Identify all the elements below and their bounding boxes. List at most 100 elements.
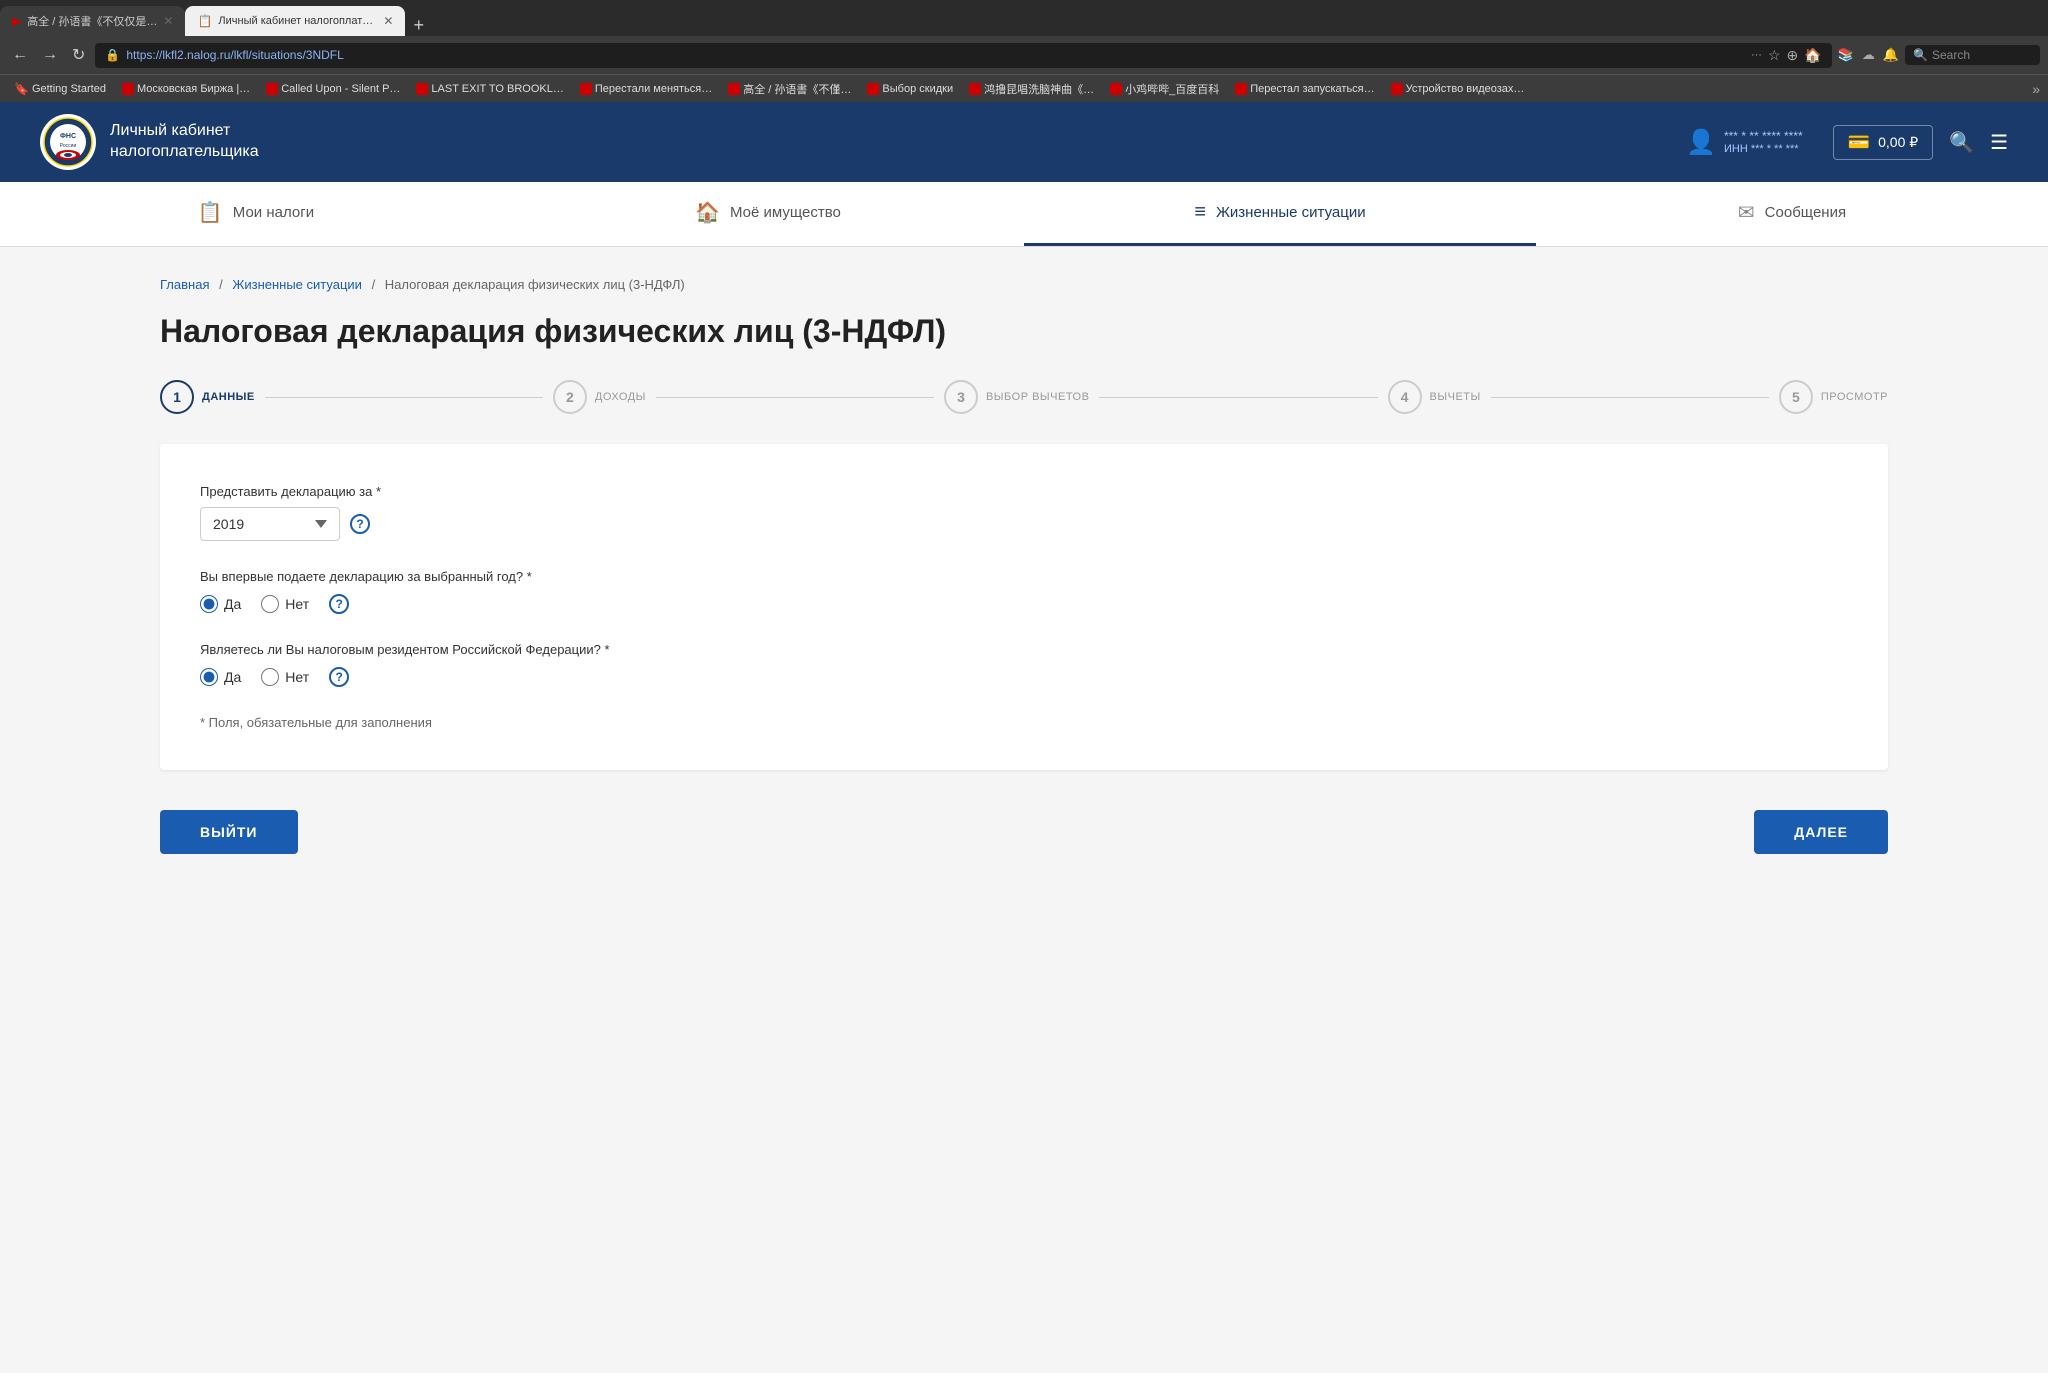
search-input[interactable]: [1932, 48, 2032, 62]
bookmarks-bar: 🔖 Getting Started Московская Биржа |… Ca…: [0, 74, 2048, 102]
year-help-icon[interactable]: ?: [350, 514, 370, 534]
site-search-icon[interactable]: 🔍: [1949, 130, 1974, 155]
bookmark-called-upon[interactable]: Called Upon - Silent P…: [260, 81, 406, 97]
form-actions: ВЫЙТИ ДАЛЕЕ: [160, 790, 1888, 874]
first-time-yes-label: Да: [224, 596, 241, 612]
balance-display[interactable]: 💳 0,00 ₽: [1833, 125, 1933, 160]
step-line-2: [656, 397, 934, 398]
breadcrumb: Главная / Жизненные ситуации / Налоговая…: [160, 277, 1888, 292]
bookmark-label: 高全 / 孙语書《不僅…: [743, 81, 851, 97]
three-dots[interactable]: ···: [1751, 49, 1762, 61]
logo-emblem: ФНС России: [40, 114, 96, 170]
home-icon[interactable]: 🏠: [1804, 47, 1821, 64]
back-button[interactable]: ←: [8, 42, 32, 68]
resident-no-radio[interactable]: [261, 668, 279, 686]
bookmark-label: Перестал запускаться…: [1250, 83, 1374, 95]
first-time-form-group: Вы впервые подаете декларацию за выбранн…: [200, 569, 1848, 614]
next-button[interactable]: ДАЛЕЕ: [1754, 810, 1888, 854]
bookmark-icon: 🔖: [14, 82, 29, 96]
bookmark-icon: [1110, 83, 1122, 95]
bookmark-star[interactable]: ☆: [1768, 47, 1781, 64]
my-property-icon: 🏠: [695, 200, 720, 225]
bookmark-perestalz[interactable]: Перестал запускаться…: [1229, 81, 1380, 97]
bookmark-label: Перестали меняться…: [595, 83, 712, 95]
balance-amount: 0,00 ₽: [1878, 134, 1918, 151]
nav-tab-life-situations[interactable]: ≡ Жизненные ситуации: [1024, 182, 1536, 246]
extensions-icon[interactable]: 📚: [1838, 47, 1854, 63]
tab2-close[interactable]: ✕: [383, 14, 393, 28]
user-avatar-icon: 👤: [1686, 128, 1716, 157]
bookmarks-more[interactable]: »: [2032, 81, 2040, 97]
bookmark-mosberg[interactable]: Московская Биржа |…: [116, 81, 256, 97]
bookmark-last-exit[interactable]: LAST EXIT TO BROOKL…: [410, 81, 569, 97]
nav-tab-my-property[interactable]: 🏠 Моё имущество: [512, 182, 1024, 246]
resident-yes-option[interactable]: Да: [200, 668, 241, 686]
first-time-no-option[interactable]: Нет: [261, 595, 309, 613]
step-line-3: [1099, 397, 1377, 398]
browser-tab-2[interactable]: 📋 Личный кабинет налогоплате… ✕: [185, 6, 405, 36]
first-time-yes-radio[interactable]: [200, 595, 218, 613]
nav-tab-messages[interactable]: ✉ Сообщения: [1536, 182, 2048, 246]
bookmark-sunyu[interactable]: 高全 / 孙语書《不僅…: [722, 79, 857, 99]
bookmark-getting-started[interactable]: 🔖 Getting Started: [8, 80, 112, 98]
step-line-4: [1491, 397, 1769, 398]
reader-view-icon[interactable]: ⊕: [1787, 47, 1799, 64]
bookmark-label: Выбор скидки: [882, 83, 953, 95]
messages-label: Сообщения: [1765, 204, 1846, 221]
messages-icon: ✉: [1738, 200, 1755, 225]
breadcrumb-home[interactable]: Главная: [160, 277, 209, 292]
bookmark-icon: [969, 83, 981, 95]
life-situations-label: Жизненные ситуации: [1216, 204, 1366, 221]
year-label: Представить декларацию за *: [200, 484, 1848, 499]
bookmark-xioji[interactable]: 小鸡哔哔_百度百科: [1104, 79, 1225, 99]
address-bar[interactable]: 🔒 https://lkfl2.nalog.ru/lkfl/situations…: [95, 43, 1831, 68]
step-5-label: ПРОСМОТР: [1821, 391, 1888, 403]
tab1-favicon: ▶: [12, 14, 21, 28]
bookmark-skidki[interactable]: Выбор скидки: [861, 81, 959, 97]
browser-tab-bar: ▶ 高全 / 孙语書《不仅仅是… ✕ 📋 Личный кабинет нало…: [0, 0, 2048, 36]
hamburger-menu-icon[interactable]: ☰: [1990, 130, 2008, 155]
resident-help-icon[interactable]: ?: [329, 667, 349, 687]
bookmark-icon: [1235, 83, 1247, 95]
page-content: Главная / Жизненные ситуации / Налоговая…: [0, 247, 2048, 904]
step-3-circle: 3: [944, 380, 978, 414]
first-time-help-icon[interactable]: ?: [329, 594, 349, 614]
tab1-close[interactable]: ✕: [163, 14, 173, 28]
search-magnifier-icon: 🔍: [1913, 48, 1928, 62]
reload-button[interactable]: ↻: [68, 41, 89, 69]
bookmark-ustroystvo[interactable]: Устройство видеозах…: [1385, 81, 1531, 97]
user-name: *** * ** **** ****: [1724, 129, 1803, 143]
resident-form-group: Являетесь ли Вы налоговым резидентом Рос…: [200, 642, 1848, 687]
step-5-circle: 5: [1779, 380, 1813, 414]
sync-icon[interactable]: ☁: [1862, 47, 1875, 63]
inn-number: ИНН *** * ** ***: [1724, 143, 1803, 155]
resident-no-option[interactable]: Нет: [261, 668, 309, 686]
first-time-no-label: Нет: [285, 596, 309, 612]
bookmark-label: Called Upon - Silent P…: [281, 83, 400, 95]
svg-text:России: России: [60, 143, 77, 149]
bookmark-honglu[interactable]: 鸿撸昆唱洗脑神曲《…: [963, 79, 1100, 99]
exit-button[interactable]: ВЫЙТИ: [160, 810, 298, 854]
first-time-yes-option[interactable]: Да: [200, 595, 241, 613]
browser-tab-1[interactable]: ▶ 高全 / 孙语書《不仅仅是… ✕: [0, 6, 185, 36]
forward-button[interactable]: →: [38, 42, 62, 68]
my-taxes-label: Мои налоги: [233, 204, 314, 221]
nav-tab-my-taxes[interactable]: 📋 Мои налоги: [0, 182, 512, 246]
fns-emblem-svg: ФНС России: [43, 117, 93, 167]
notifications-icon[interactable]: 🔔: [1883, 47, 1899, 63]
year-select[interactable]: 2019 2018 2017 2016: [200, 507, 340, 541]
lock-icon: 🔒: [105, 48, 120, 62]
resident-yes-radio[interactable]: [200, 668, 218, 686]
browser-search-box[interactable]: 🔍: [1905, 45, 2040, 65]
new-tab-button[interactable]: +: [405, 15, 432, 36]
site-header: ФНС России Личный кабинет налогоплательщ…: [0, 102, 2048, 182]
resident-radio-group: Да Нет ?: [200, 667, 1848, 687]
svg-text:ФНС: ФНС: [60, 133, 76, 140]
bookmark-label: LAST EXIT TO BROOKL…: [431, 83, 563, 95]
breadcrumb-life-situations[interactable]: Жизненные ситуации: [232, 277, 362, 292]
bookmark-perestali[interactable]: Перестали меняться…: [574, 81, 718, 97]
tab2-title: Личный кабинет налогоплате…: [218, 15, 377, 27]
first-time-no-radio[interactable]: [261, 595, 279, 613]
my-taxes-icon: 📋: [198, 200, 223, 225]
bookmark-label: Московская Биржа |…: [137, 83, 250, 95]
